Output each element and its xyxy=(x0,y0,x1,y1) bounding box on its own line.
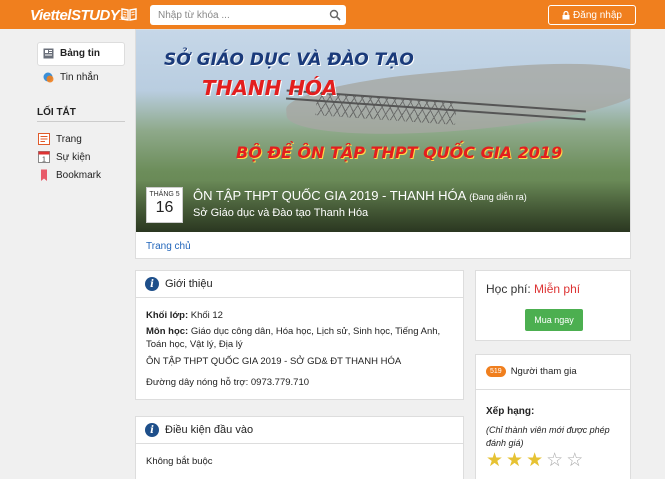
subject-row: Môn học: Giáo dục công dân, Hóa học, Lịc… xyxy=(146,326,441,350)
star-icon: ☆ xyxy=(546,450,564,471)
intro-header: i Giới thiệu xyxy=(136,271,463,298)
star-icon: ★ xyxy=(486,450,504,471)
event-title[interactable]: ÔN TẬP THPT QUỐC GIA 2019 - THANH HÓA (Đ… xyxy=(193,188,527,203)
event-status: (Đang diễn ra) xyxy=(469,192,527,202)
intro-description: ÔN TẬP THPT QUỐC GIA 2019 - SỞ GD& ĐT TH… xyxy=(146,356,402,367)
sidebar-item-label: Tin nhắn xyxy=(60,72,99,83)
newsfeed-icon xyxy=(43,48,54,59)
star-icon: ☆ xyxy=(566,450,584,471)
book-icon[interactable] xyxy=(121,7,137,21)
intro-heading: Giới thiệu xyxy=(165,278,213,290)
sidebar-item-label: Bảng tin xyxy=(60,48,100,59)
shortcut-item-events[interactable]: 1 Sự kiện xyxy=(38,151,91,163)
search-box xyxy=(150,5,346,25)
divider xyxy=(37,121,125,122)
requirements-value: Không bắt buộc xyxy=(146,456,213,467)
top-navbar: ViettelSTUDY.vn Đăng nhập xyxy=(0,0,665,29)
requirements-card: i Điều kiện đầu vào Không bắt buộc xyxy=(135,416,464,479)
participants-label: Người tham gia xyxy=(510,366,577,377)
shortcut-label: Trang xyxy=(56,133,82,145)
banner-line3: BỘ ĐỀ ÔN TẬP THPT QUỐC GIA 2019 xyxy=(236,143,563,162)
participants-card: 519 Người tham gia Xếp hạng: (Chỉ thành … xyxy=(475,354,631,479)
search-input[interactable] xyxy=(158,8,318,22)
sidebar-item-messages[interactable]: Tin nhắn xyxy=(43,72,99,83)
sidebar-item-newsfeed[interactable]: Bảng tin xyxy=(43,48,100,59)
shortcut-label: Sự kiện xyxy=(56,151,91,163)
site-logo[interactable]: ViettelSTUDY.vn xyxy=(30,7,127,24)
event-title-text: ÔN TẬP THPT QUỐC GIA 2019 - THANH HÓA xyxy=(193,188,466,203)
requirements-header: i Điều kiện đầu vào xyxy=(136,417,463,444)
event-date-month: THÁNG 5 xyxy=(149,191,180,198)
star-icon: ★ xyxy=(506,450,524,471)
banner-line1: SỞ GIÁO DỤC VÀ ĐÀO TẠO xyxy=(164,50,414,70)
page-icon xyxy=(38,133,50,145)
intro-body: Khối lớp: Khối 12 Môn học: Giáo dục công… xyxy=(146,309,461,389)
requirements-heading: Điều kiện đầu vào xyxy=(165,424,254,436)
fee-row: Học phí: Miễn phí xyxy=(486,282,581,296)
bookmark-icon xyxy=(41,169,47,181)
grade-row: Khối lớp: Khối 12 xyxy=(146,310,223,321)
banner-line2: THANH HÓA xyxy=(202,76,338,100)
event-date: THÁNG 5 16 xyxy=(146,187,183,223)
event-date-day: 16 xyxy=(155,199,174,216)
info-icon: i xyxy=(145,277,159,291)
shortcut-item-page[interactable]: Trang xyxy=(38,133,82,145)
message-icon xyxy=(43,72,54,83)
buy-now-button[interactable]: Mua ngay xyxy=(525,309,583,331)
participants-count: 519 xyxy=(486,366,506,377)
calendar-icon: 1 xyxy=(38,151,50,163)
shortcut-item-bookmark[interactable]: Bookmark xyxy=(38,169,101,182)
event-banner-card: SỞ GIÁO DỤC VÀ ĐÀO TẠO THANH HÓA BỘ ĐỀ Ô… xyxy=(135,29,631,259)
hotline: Đường dây nóng hỗ trợ: 0973.779.710 xyxy=(146,377,310,388)
svg-text:1: 1 xyxy=(42,157,46,164)
banner-image: SỞ GIÁO DỤC VÀ ĐÀO TẠO THANH HÓA BỘ ĐỀ Ô… xyxy=(136,30,630,232)
shortcut-label: Bookmark xyxy=(56,170,102,181)
search-icon[interactable] xyxy=(329,9,341,21)
info-icon: i xyxy=(145,423,159,437)
lock-icon xyxy=(562,10,570,19)
shortcut-heading: LỐI TẮT xyxy=(37,107,76,118)
rating-heading: Xếp hạng: xyxy=(486,406,535,417)
divider xyxy=(476,389,630,390)
fee-value: Miễn phí xyxy=(534,282,581,296)
rating-stars: ★ ★ ★ ☆ ☆ xyxy=(486,449,583,472)
login-label: Đăng nhập xyxy=(573,9,622,21)
rating-note: (Chỉ thành viên mới được phép đánh giá) xyxy=(486,425,610,448)
participants-row[interactable]: 519 Người tham gia xyxy=(486,366,577,377)
login-button[interactable]: Đăng nhập xyxy=(548,5,636,25)
star-icon: ★ xyxy=(526,450,544,471)
event-organizer[interactable]: Sở Giáo dục và Đào tạo Thanh Hóa xyxy=(193,207,368,219)
breadcrumb-home[interactable]: Trang chủ xyxy=(146,241,191,252)
fee-card: Học phí: Miễn phí Mua ngay xyxy=(475,270,631,341)
intro-card: i Giới thiệu Khối lớp: Khối 12 Môn học: … xyxy=(135,270,464,400)
